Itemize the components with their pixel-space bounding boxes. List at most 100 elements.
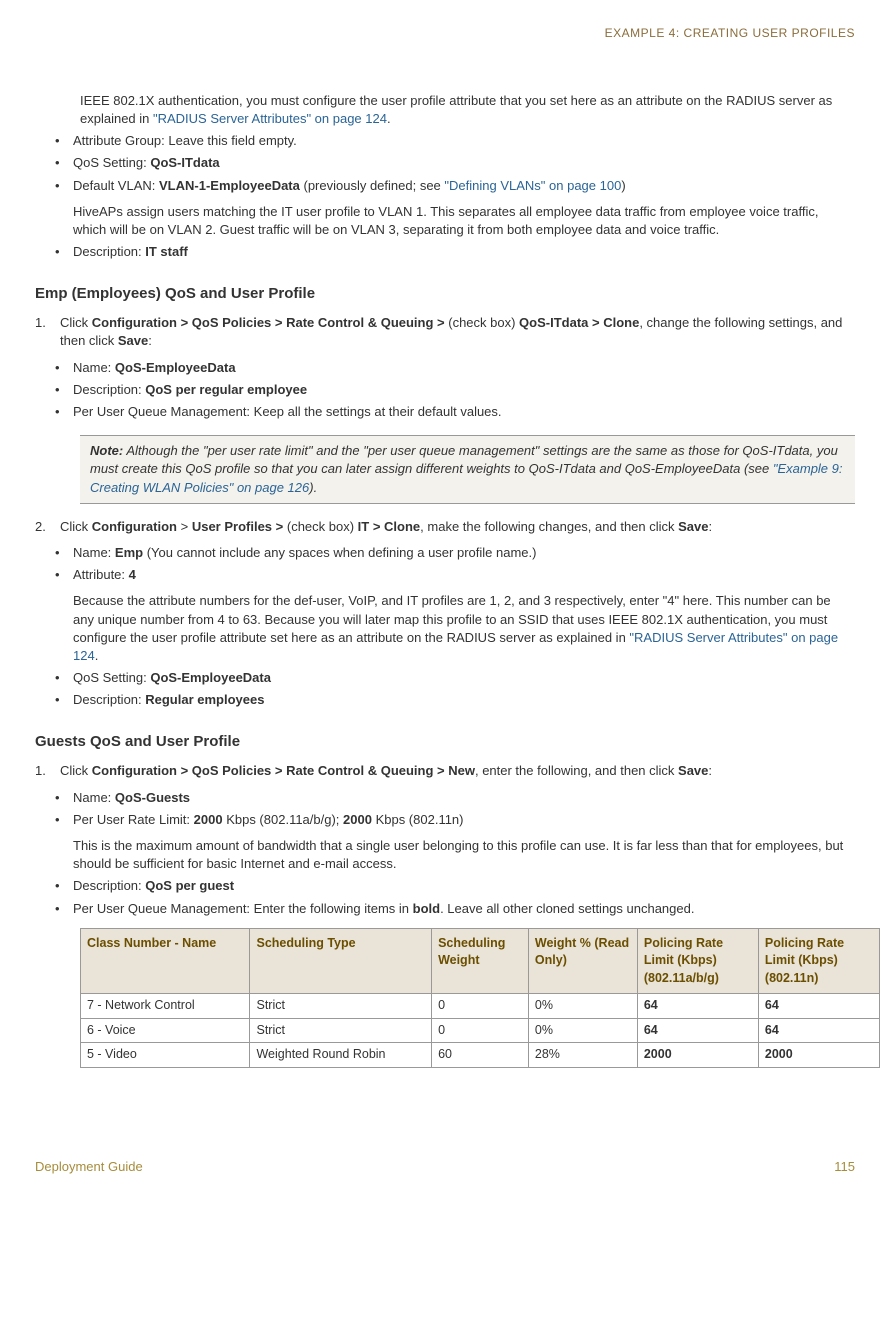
cell: 64 [637,994,758,1019]
cell: 64 [758,994,879,1019]
value: 2000 [343,812,372,827]
text: (check box) [448,315,519,330]
col-class: Class Number - Name [81,928,250,994]
value: Emp [115,545,143,560]
text: Per User Rate Limit: [73,812,194,827]
bullet-text: Name: Emp (You cannot include any spaces… [73,544,855,562]
bullet-text: Per User Queue Management: Enter the fol… [73,900,855,918]
col-rate-abg: Policing Rate Limit (Kbps) (802.11a/b/g) [637,928,758,994]
note-text: ). [309,480,317,495]
text: . [387,111,391,126]
bullet-icon: • [55,154,73,172]
link-radius-attributes[interactable]: "RADIUS Server Attributes" on page 124 [153,111,387,126]
text: Description: [73,382,145,397]
bullet-text: Per User Rate Limit: 2000 Kbps (802.11a/… [73,811,855,874]
section-heading-guests: Guests QoS and User Profile [35,731,855,752]
value: 64 [644,998,658,1012]
value: QoS-ITdata [150,155,219,170]
bullet-icon: • [55,789,73,807]
cell: Weighted Round Robin [250,1043,432,1068]
value: 64 [765,998,779,1012]
bullet-icon: • [55,381,73,399]
value: 4 [129,567,136,582]
text: QoS Setting: [73,155,150,170]
cell: 0 [432,994,529,1019]
intro-paragraph: IEEE 802.1X authentication, you must con… [80,92,855,128]
text: Kbps (802.11a/b/g); [223,812,343,827]
bullet-icon: • [55,669,73,687]
cell: 64 [637,1018,758,1043]
paragraph: Because the attribute numbers for the de… [73,592,855,665]
text: QoS Setting: [73,670,150,685]
action: Save [678,763,708,778]
bullet-icon: • [55,811,73,874]
path: User Profiles > [192,519,287,534]
col-sched-type: Scheduling Type [250,928,432,994]
table-row: 7 - Network Control Strict 0 0% 64 64 [81,994,880,1019]
value: IT staff [145,244,188,259]
value: QoS-Guests [115,790,190,805]
cell: 64 [758,1018,879,1043]
path: IT > Clone [358,519,420,534]
text: (check box) [287,519,358,534]
text: . Leave all other cloned settings unchan… [440,901,694,916]
value: 2000 [765,1047,793,1061]
value: 64 [644,1023,658,1037]
text: : [148,333,152,348]
bullet-text: QoS Setting: QoS-EmployeeData [73,669,855,687]
text: Description: [73,244,145,259]
page-footer: Deployment Guide 115 [35,1158,855,1176]
page-number: 115 [834,1158,855,1176]
text: ) [621,178,625,193]
text: (You cannot include any spaces when defi… [143,545,536,560]
text: Description: [73,878,145,893]
qos-table: Class Number - Name Scheduling Type Sche… [80,928,880,1068]
cell: 7 - Network Control [81,994,250,1019]
text: Name: [73,790,115,805]
page-header: EXAMPLE 4: CREATING USER PROFILES [35,25,855,42]
table-row: 5 - Video Weighted Round Robin 60 28% 20… [81,1043,880,1068]
cell: 0 [432,1018,529,1043]
text: Per User Queue Management: Enter the fol… [73,901,413,916]
cell: 60 [432,1043,529,1068]
text: , make the following changes, and then c… [420,519,678,534]
bullet-text: Attribute Group: Leave this field empty. [73,132,855,150]
bullet-text: Per User Queue Management: Keep all the … [73,403,855,421]
note-label: Note: [90,443,123,458]
list-number: 1. [35,762,60,780]
cell: 28% [528,1043,637,1068]
path: QoS-ITdata > Clone [519,315,639,330]
cell: 6 - Voice [81,1018,250,1043]
bullet-icon: • [55,877,73,895]
step-text: Click Configuration > User Profiles > (c… [60,518,855,536]
list-number: 2. [35,518,60,536]
note-box: Note: Although the "per user rate limit"… [80,435,855,504]
text: Kbps (802.11n) [372,812,464,827]
text: > [177,519,192,534]
value: 2000 [644,1047,672,1061]
value: QoS-EmployeeData [150,670,271,685]
paragraph: HiveAPs assign users matching the IT use… [73,203,855,239]
list-number: 1. [35,314,60,350]
cell: 2000 [758,1043,879,1068]
text: Description: [73,692,145,707]
link-defining-vlans[interactable]: "Defining VLANs" on page 100 [444,178,621,193]
cell: Strict [250,994,432,1019]
bullet-icon: • [55,900,73,918]
cell: 0% [528,994,637,1019]
table-row: 6 - Voice Strict 0 0% 64 64 [81,1018,880,1043]
footer-title: Deployment Guide [35,1158,143,1176]
text: : [708,763,712,778]
bullet-text: Description: IT staff [73,243,855,261]
bullet-icon: • [55,132,73,150]
value: Regular employees [145,692,264,707]
path: Configuration > QoS Policies > Rate Cont… [92,315,448,330]
value: 2000 [194,812,223,827]
bullet-text: QoS Setting: QoS-ITdata [73,154,855,172]
text: Attribute: [73,567,129,582]
text: : [709,519,713,534]
text: Name: [73,545,115,560]
bullet-text: Description: QoS per regular employee [73,381,855,399]
col-sched-weight: Scheduling Weight [432,928,529,994]
bullet-text: Name: QoS-EmployeeData [73,359,855,377]
